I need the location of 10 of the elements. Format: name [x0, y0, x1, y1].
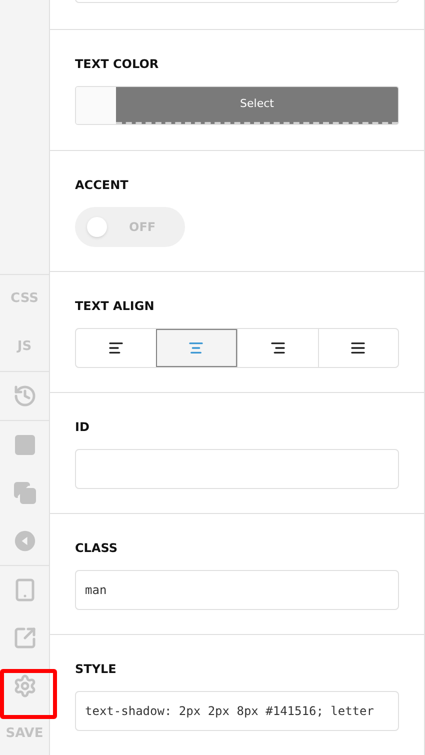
text-field[interactable]: text-shadow: 2px 2px 8px #141516; letter	[75, 691, 399, 731]
section-label: STYLE	[75, 661, 118, 677]
section-label: CLASS	[75, 540, 118, 556]
section-label: TEXT ALIGN	[75, 298, 156, 314]
section-label: ACCENT	[75, 177, 130, 193]
select-button[interactable]: Select	[116, 87, 398, 124]
section-label: ID	[75, 419, 90, 435]
color-picker[interactable]: Select	[75, 86, 399, 125]
text-field[interactable]: man	[75, 570, 399, 610]
section-label: TEXT COLOR	[75, 56, 160, 72]
